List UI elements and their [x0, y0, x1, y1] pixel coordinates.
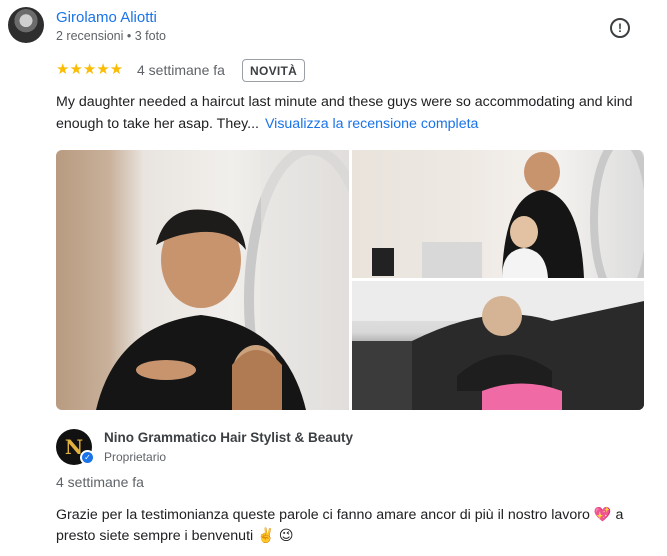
verified-badge-icon: ✓ — [80, 450, 95, 465]
report-icon[interactable]: ! — [610, 18, 630, 38]
photo-3-illustration — [352, 281, 644, 410]
review-photo-3[interactable] — [352, 281, 644, 410]
reviewer-meta: 2 recensioni • 3 foto — [56, 29, 166, 43]
photo-1-illustration — [96, 150, 349, 410]
reviewer-name[interactable]: Girolamo Aliotti — [56, 9, 157, 26]
reply-text: Grazie per la testimonianza queste parol… — [56, 507, 624, 544]
owner-role: Proprietario — [104, 450, 167, 464]
review-text: My daughter needed a haircut last minute… — [56, 91, 656, 135]
owner-name: Nino Grammatico Hair Stylist & Beauty — [104, 430, 354, 445]
review-time: 4 settimane fa — [137, 62, 225, 78]
read-full-review-link[interactable]: Visualizza la recensione completa — [265, 116, 478, 132]
rating-stars: ★★★★★ — [56, 61, 124, 78]
review-photo-1[interactable] — [56, 150, 349, 410]
new-badge: NOVITÀ — [242, 59, 306, 82]
photo-2-illustration — [372, 150, 644, 278]
reviewer-avatar[interactable] — [8, 7, 44, 43]
review-photo-2[interactable] — [352, 150, 644, 278]
reply-time: 4 settimane fa — [56, 474, 144, 490]
